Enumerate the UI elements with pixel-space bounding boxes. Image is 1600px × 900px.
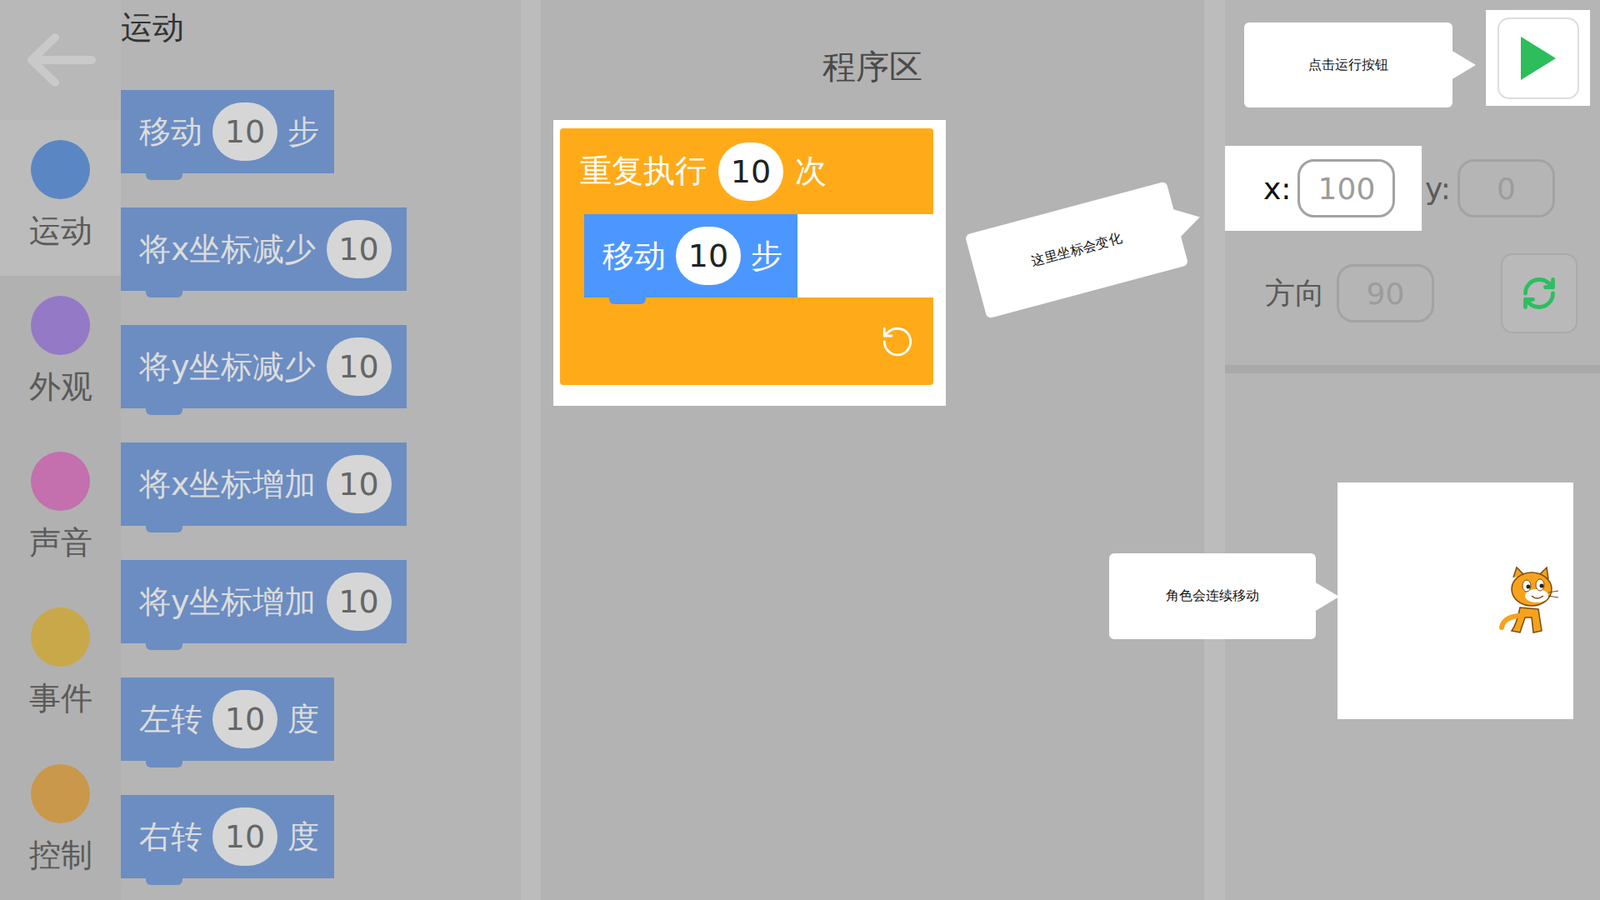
app: 运动外观声音事件控制运动移动10步将x坐标减少10将y坐标减少10将x坐标增加1… [0, 0, 1600, 900]
repeat-block[interactable]: 重复执行10次移动10步 [560, 128, 934, 385]
block-unit: 度 [287, 698, 320, 741]
category-label: 外观 [29, 368, 93, 407]
y-label: y: [1425, 171, 1451, 206]
play-icon [1519, 35, 1558, 82]
coordinate-row: x:100y:0 [1225, 145, 1600, 231]
program-title: 程序区 [540, 0, 1205, 120]
refresh-icon [1520, 275, 1558, 312]
palette-title: 运动 [120, 0, 185, 56]
category-dot [30, 295, 90, 355]
back-arrow-icon [25, 30, 97, 90]
direction-field[interactable]: 90 [1336, 264, 1435, 323]
category-label: 运动 [29, 212, 93, 251]
x-field[interactable]: 100 [1297, 159, 1395, 218]
cat-icon[interactable] [1495, 565, 1562, 636]
x-highlight: x:100 [1225, 145, 1422, 231]
program-area: 程序区重复执行10次移动10步 [540, 0, 1205, 900]
category-dot [30, 607, 90, 667]
palette-block[interactable]: 将y坐标增加10 [120, 560, 407, 644]
category-dot [30, 140, 90, 200]
category-list: 运动外观声音事件控制 [0, 0, 121, 900]
repeat-unit: 次 [795, 150, 827, 193]
block-unit: 度 [287, 815, 320, 859]
palette-block[interactable]: 将x坐标增加10 [120, 442, 407, 526]
category-item[interactable]: 外观 [0, 275, 121, 432]
block-label: 右转 [139, 815, 203, 859]
divider [520, 0, 541, 900]
divider [1204, 0, 1225, 900]
block-label: 将y坐标减少 [139, 345, 317, 389]
block-label: 左转 [139, 698, 203, 741]
category-item[interactable]: 控制 [0, 744, 121, 900]
block-label: 移动 [602, 235, 666, 278]
direction-label: 方向 [1265, 273, 1325, 315]
back-button[interactable] [0, 0, 121, 120]
run-callout: 点击运行按钮 [1244, 22, 1453, 108]
block-label: 将x坐标减少 [139, 228, 317, 271]
block-value[interactable]: 10 [212, 102, 278, 161]
loop-arrow-icon [880, 324, 915, 360]
category-dot [30, 764, 90, 824]
block-value[interactable]: 10 [326, 455, 392, 514]
repeat-arm [560, 214, 585, 298]
block-unit: 步 [287, 110, 320, 154]
run-highlight [1485, 10, 1590, 106]
palette-block[interactable]: 右转10度 [120, 795, 335, 879]
palette-block[interactable]: 将x坐标减少10 [120, 207, 407, 291]
block-value[interactable]: 10 [212, 807, 278, 866]
repeat-value[interactable]: 10 [718, 142, 784, 201]
program-highlight: 重复执行10次移动10步 [553, 120, 946, 406]
palette-block[interactable]: 左转10度 [120, 677, 335, 761]
category-label: 声音 [29, 524, 93, 563]
reset-button[interactable] [1500, 253, 1578, 334]
palette-block[interactable]: 移动10步 [120, 90, 335, 174]
direction-row: 方向 90 [1225, 253, 1600, 334]
stage-callout: 角色会连续移动 [1109, 553, 1316, 640]
repeat-header: 重复执行 10 次 [560, 128, 934, 215]
y-group: y:0 [1425, 159, 1555, 218]
stage-panel: x:100y:0方向90 [1225, 0, 1600, 900]
block-unit: 步 [750, 235, 783, 278]
category-label: 控制 [29, 836, 93, 875]
palette-block[interactable]: 将y坐标减少10 [120, 325, 407, 409]
category-item[interactable]: 事件 [0, 587, 121, 744]
repeat-body: 移动10步 [560, 214, 934, 298]
program-block[interactable]: 移动10步 [584, 214, 798, 298]
repeat-label: 重复执行 [580, 150, 707, 193]
stage [1337, 482, 1574, 720]
block-palette: 运动外观声音事件控制运动移动10步将x坐标减少10将y坐标减少10将x坐标增加1… [0, 0, 521, 900]
block-label: 将x坐标增加 [139, 463, 317, 506]
separator [1225, 365, 1600, 374]
block-label: 移动 [139, 110, 203, 154]
category-dot [30, 451, 90, 511]
block-value[interactable]: 10 [212, 690, 278, 749]
category-label: 事件 [29, 680, 93, 719]
block-value[interactable]: 10 [675, 226, 741, 285]
block-value[interactable]: 10 [326, 337, 392, 396]
run-button[interactable] [1497, 17, 1580, 100]
category-item[interactable]: 运动 [0, 120, 121, 276]
category-item[interactable]: 声音 [0, 431, 121, 588]
block-value[interactable]: 10 [326, 220, 392, 279]
repeat-footer [560, 297, 934, 385]
block-label: 将y坐标增加 [139, 580, 317, 624]
y-field[interactable]: 0 [1457, 159, 1555, 218]
block-value[interactable]: 10 [326, 572, 392, 631]
x-label: x: [1263, 171, 1291, 206]
blocks-list: 运动移动10步将x坐标减少10将y坐标减少10将x坐标增加10将y坐标增加10左… [120, 0, 521, 900]
